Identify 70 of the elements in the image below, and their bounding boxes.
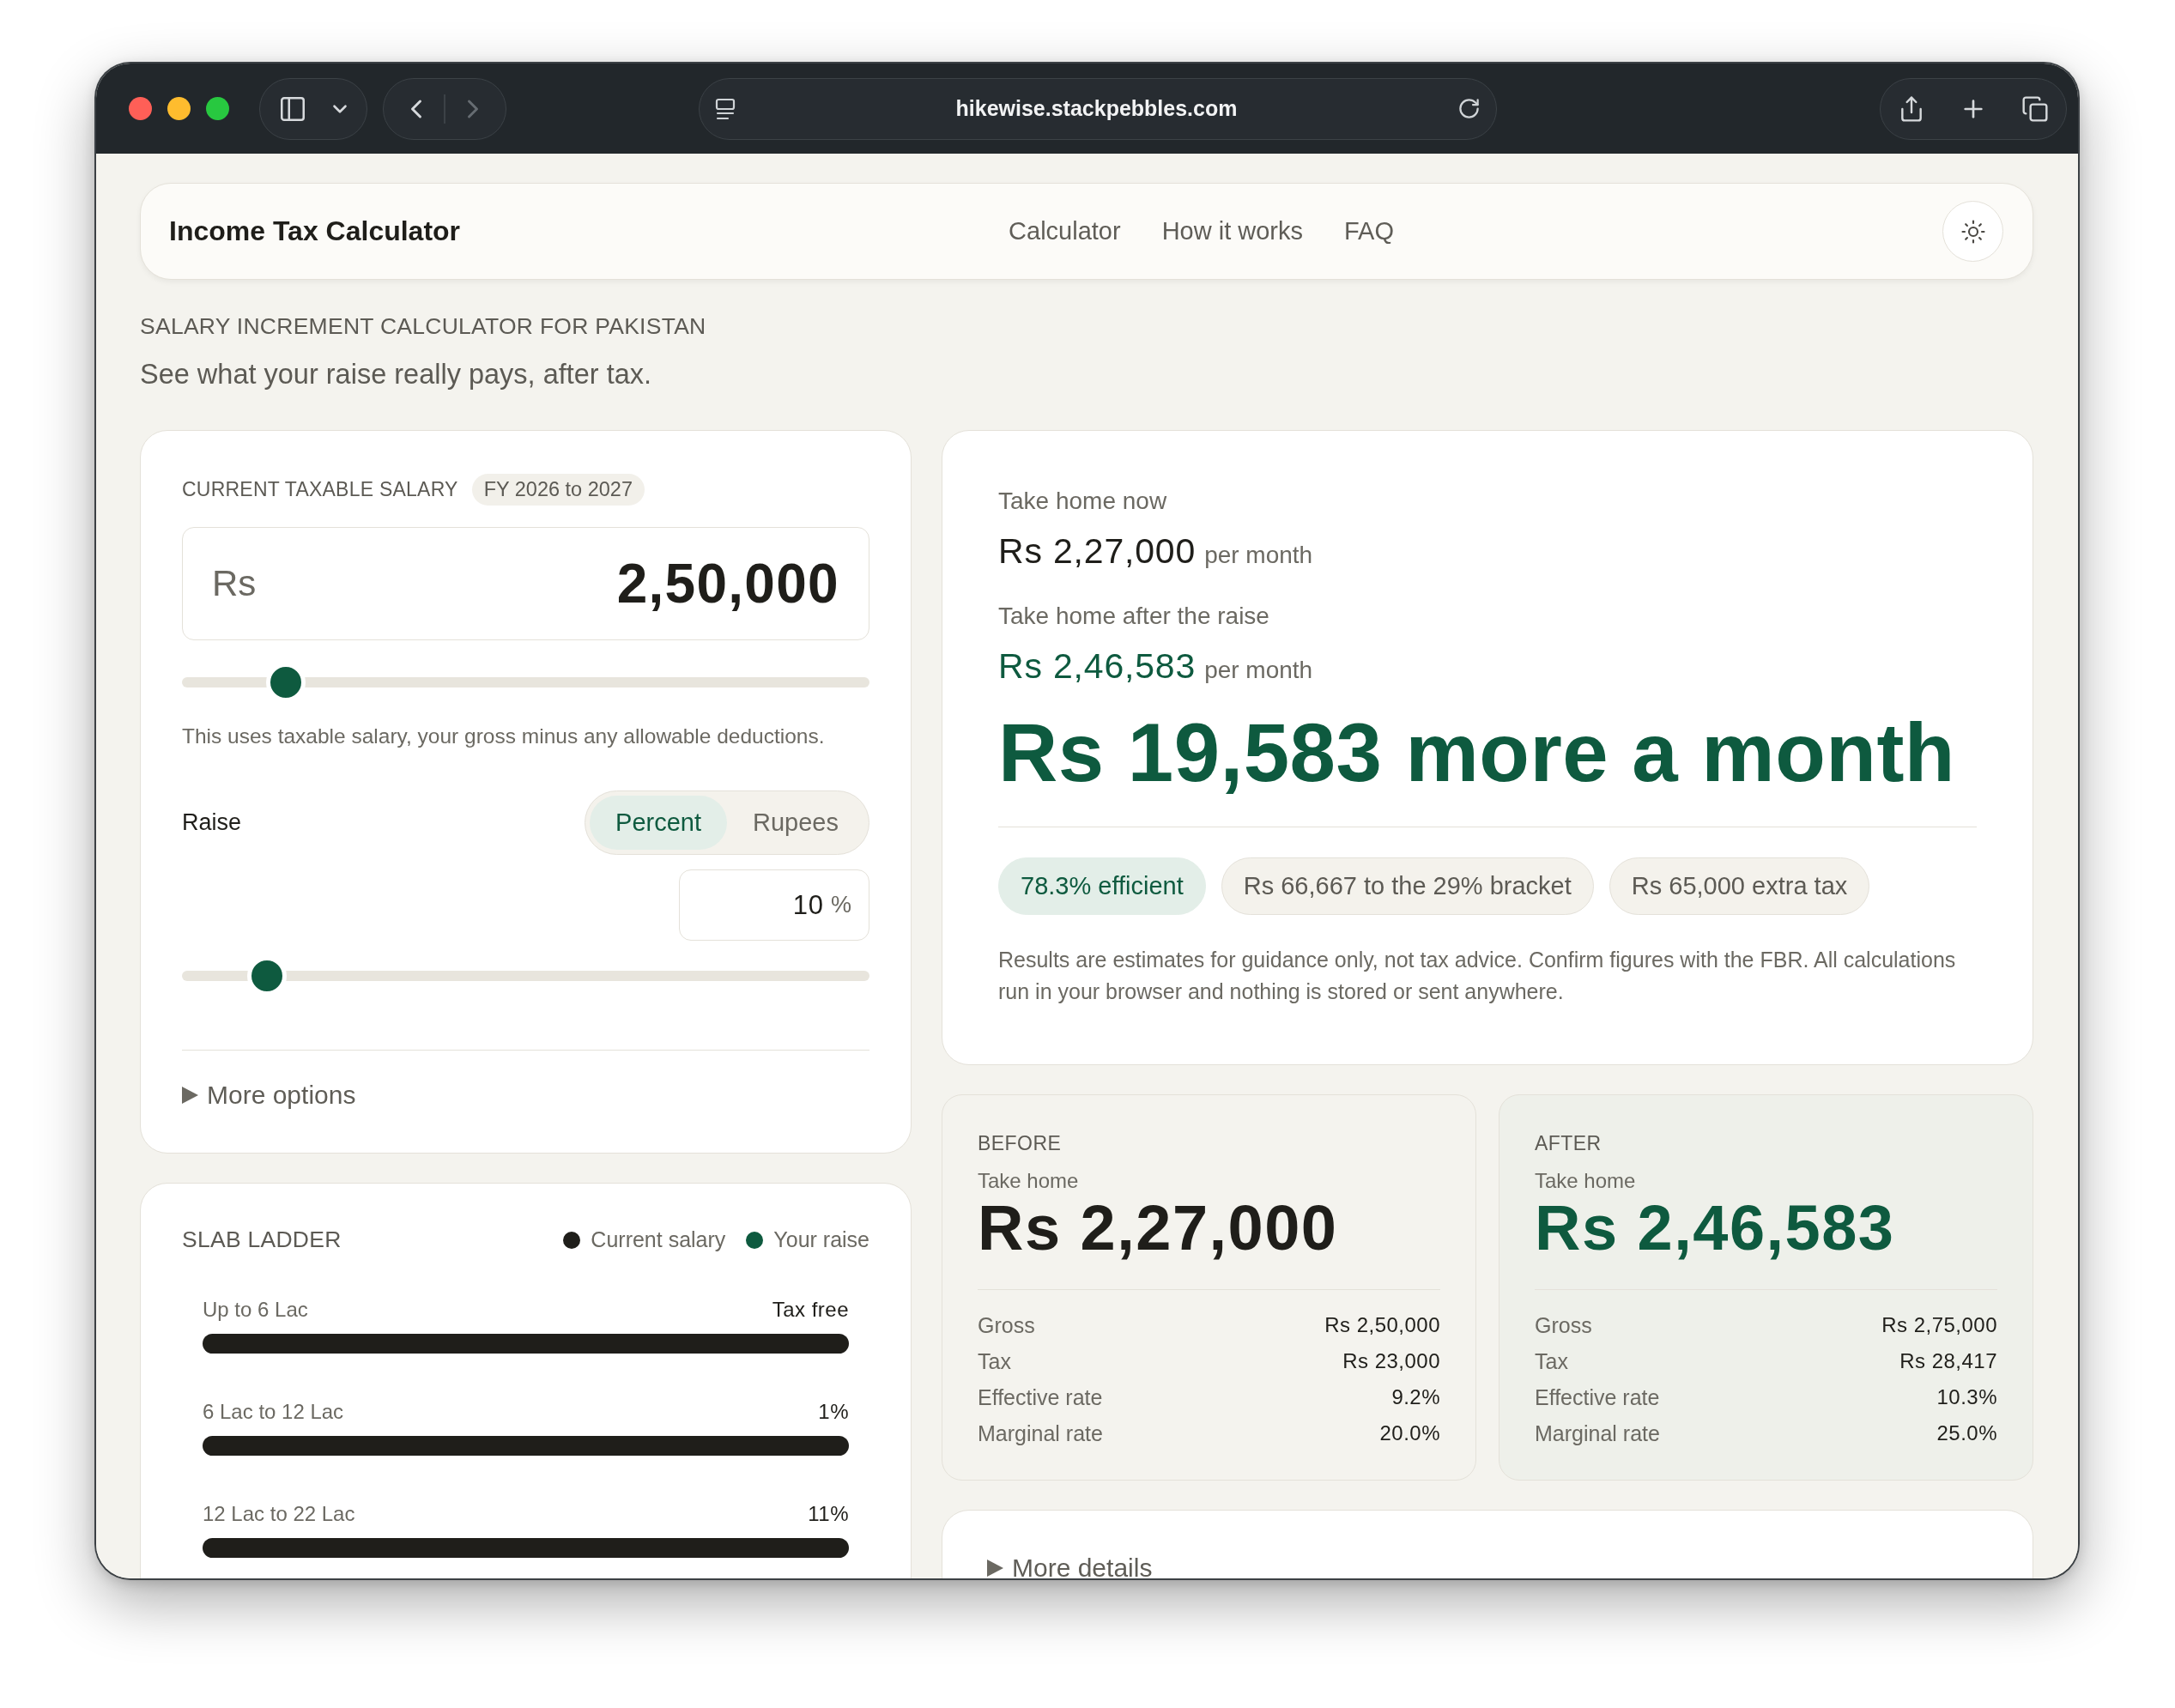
more-options-toggle[interactable]: More options: [182, 1081, 356, 1110]
tabs-overview-icon[interactable]: [2021, 94, 2049, 123]
legend-label: Your raise: [773, 1227, 869, 1252]
take-home-amount: Rs 2,27,000: [978, 1192, 1338, 1264]
slab-label: 12 Lac to 22 Lac: [203, 1502, 355, 1526]
take-home-amount: Rs 2,46,583: [998, 645, 1197, 687]
nav-link[interactable]: FAQ: [1344, 217, 1394, 245]
window-minimize-button[interactable]: [167, 97, 191, 120]
disclosure-triangle-icon: [987, 1560, 1003, 1577]
period-label: per month: [1204, 656, 1313, 685]
nav-link[interactable]: Calculator: [1009, 217, 1121, 245]
summary-pill: Rs 66,667 to the 29% bracket: [1221, 857, 1594, 915]
address-bar[interactable]: hikewise.stackpebbles.com: [699, 77, 1497, 140]
take-home-label: Take home now: [998, 488, 1167, 515]
summary-pill: Rs 65,000 extra tax: [1609, 857, 1870, 915]
breakdown-value: Rs 2,50,000: [1324, 1312, 1440, 1338]
slab-rate: 1%: [818, 1400, 849, 1424]
page-lines-icon[interactable]: [715, 97, 736, 120]
hint-text: This uses taxable salary, your gross minus any allowable deductions.: [182, 724, 825, 748]
breakdown-label: Gross: [978, 1312, 1035, 1339]
currency-label: Rs: [212, 563, 257, 604]
breakdown-label: Marginal rate: [1535, 1420, 1660, 1447]
breakdown-label: Effective rate: [1535, 1384, 1660, 1411]
breakdown-value: 10.3%: [1936, 1384, 1997, 1410]
legend-label: Current salary: [591, 1227, 726, 1252]
raise-label: Raise: [182, 809, 242, 836]
breakdown-value: Rs 2,75,000: [1881, 1312, 1997, 1338]
mode-option[interactable]: Rupees: [727, 796, 864, 850]
mode-option[interactable]: Percent: [590, 796, 728, 850]
increase-headline: Rs 19,583 more a month: [998, 706, 1955, 800]
slab-label: 6 Lac to 12 Lac: [203, 1400, 344, 1424]
breakdown-label: Marginal rate: [978, 1420, 1103, 1447]
slab-label: Up to 6 Lac: [203, 1298, 308, 1322]
slab-ladder-title: SLAB LADDER: [182, 1226, 342, 1253]
slab-rate: Tax free: [772, 1298, 849, 1322]
take-home-label: Take home: [978, 1170, 1079, 1192]
breakdown-value: Rs 23,000: [1342, 1348, 1440, 1374]
breakdown-value: 25.0%: [1936, 1420, 1997, 1446]
breakdown-value: 20.0%: [1379, 1420, 1440, 1446]
comparison-title: AFTER: [1535, 1132, 1602, 1154]
window-close-button[interactable]: [129, 97, 152, 120]
site-title[interactable]: Income Tax Calculator: [169, 215, 461, 247]
breakdown-value: 9.2%: [1391, 1384, 1440, 1410]
breakdown-label: Effective rate: [978, 1384, 1103, 1411]
unit-label: %: [831, 892, 851, 918]
take-home-label: Take home: [1535, 1170, 1636, 1192]
disclosure-triangle-icon: [182, 1087, 198, 1104]
nav-link[interactable]: How it works: [1161, 217, 1303, 245]
summary-pill: 78.3% efficient: [998, 857, 1206, 915]
salary-input-field[interactable]: Rs 2,50,000: [182, 527, 869, 640]
take-home-amount: Rs 2,46,583: [1535, 1192, 1895, 1264]
raise-input-field[interactable]: 10 %: [679, 869, 869, 941]
breakdown-value: Rs 28,417: [1899, 1348, 1997, 1374]
disclaimer-text: Results are estimates for guidance only, not tax advice. Confirm figures with the FBR. All calculations run in your browser and nothing is stored or sent anywhere.: [998, 947, 1957, 1005]
comparison-title: BEFORE: [978, 1132, 1062, 1154]
take-home-label: Take home after the raise: [998, 603, 1269, 630]
page-tagline: See what your raise really pays, after tax.: [140, 359, 652, 391]
take-home-amount: Rs 2,27,000: [998, 530, 1197, 572]
period-label: per month: [1204, 541, 1313, 570]
more-details-toggle[interactable]: More details: [987, 1554, 1153, 1578]
breakdown-label: Tax: [1535, 1348, 1568, 1375]
page-kicker: SALARY INCREMENT CALCULATOR FOR PAKISTAN: [140, 313, 706, 340]
sun-icon: [1960, 218, 1986, 245]
window-zoom-button[interactable]: [206, 97, 229, 120]
breakdown-label: Gross: [1535, 1312, 1592, 1339]
fiscal-year-badge: FY 2026 to 2027: [471, 474, 645, 506]
reload-icon[interactable]: [1457, 97, 1481, 120]
breakdown-label: Tax: [978, 1348, 1011, 1375]
salary-label: CURRENT TAXABLE SALARY: [182, 478, 458, 501]
slab-rate: 11%: [808, 1502, 849, 1526]
